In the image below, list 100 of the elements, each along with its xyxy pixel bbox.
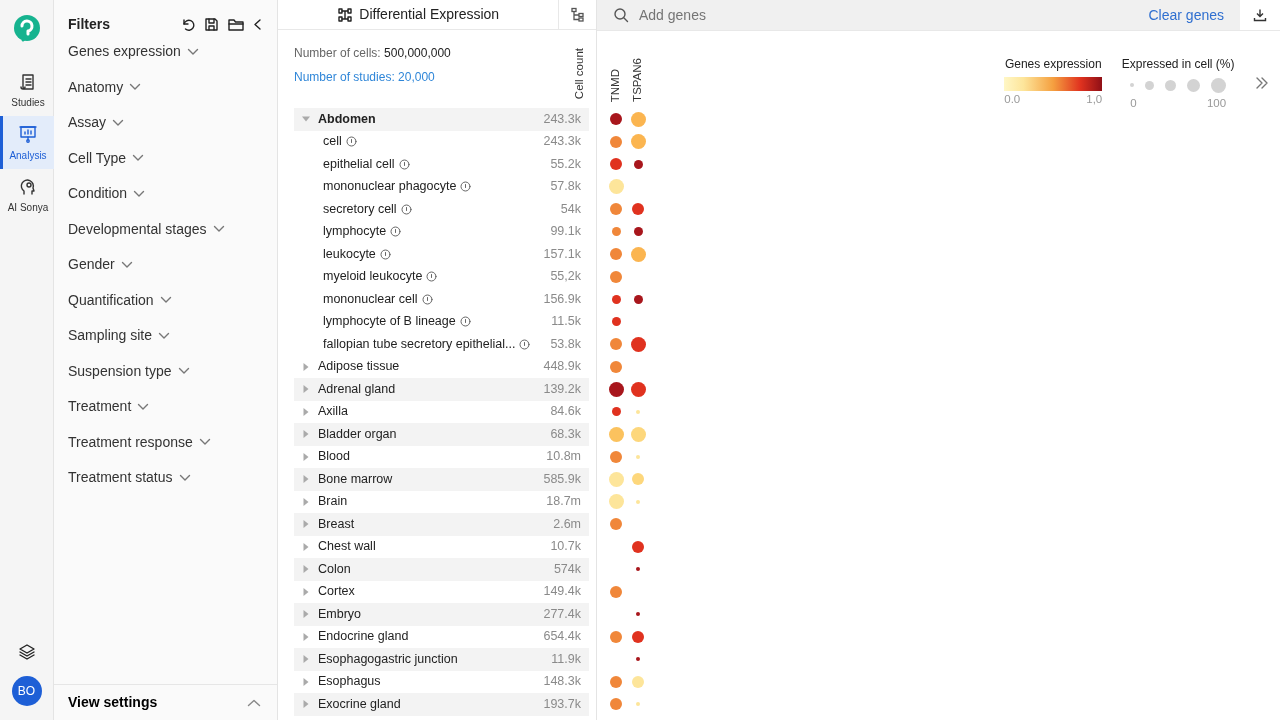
hierarchy-icon (569, 6, 586, 23)
tissue-label[interactable]: Adipose tissue (318, 357, 400, 377)
cell-count: 156.9k (543, 290, 581, 308)
caret-right-icon[interactable] (302, 587, 310, 596)
caret-right-icon[interactable] (302, 520, 310, 529)
cell-count: 84.6k (550, 403, 581, 421)
column-header: Cell count (571, 48, 586, 100)
filter-dropdown[interactable]: Genes expression (54, 34, 277, 70)
cell-count: 55,2k (550, 268, 581, 286)
caret-right-icon[interactable] (302, 542, 310, 551)
chevron-icon (120, 260, 133, 269)
cell-type-label[interactable]: cell (323, 132, 342, 152)
filter-dropdown[interactable]: Cell Type (54, 140, 277, 176)
caret-right-icon[interactable] (302, 452, 310, 461)
avatar[interactable]: BO (11, 676, 42, 706)
filter-dropdown[interactable]: Condition (54, 176, 277, 212)
legend-max: 1,0 (1086, 91, 1103, 107)
panel-title: Filters (68, 14, 110, 34)
caret-right-icon[interactable] (302, 430, 310, 439)
chevron-icon (132, 154, 145, 163)
info-icon (459, 316, 471, 328)
chevron-up-icon (247, 698, 261, 707)
cell-count: 243.3k (543, 110, 581, 128)
cell-count: 157.1k (543, 245, 581, 263)
caret-right-icon[interactable] (302, 362, 310, 371)
caret-down-icon[interactable] (302, 115, 310, 124)
tissue-label[interactable]: Esophagus (318, 672, 381, 692)
nav-item[interactable]: Analysis (0, 116, 54, 169)
expand-icon[interactable] (1254, 75, 1270, 91)
tissue-label[interactable]: Esophagogastric junction (318, 649, 458, 669)
caret-right-icon[interactable] (302, 475, 310, 484)
caret-right-icon[interactable] (302, 610, 310, 619)
tissue-label[interactable]: Bladder organ (318, 424, 397, 444)
filter-dropdown[interactable]: Treatment status (54, 460, 277, 496)
cell-type-label[interactable]: myeloid leukocyte (323, 267, 423, 287)
tissue-label[interactable]: Axilla (318, 402, 348, 422)
filter-dropdown[interactable]: Anatomy (54, 69, 277, 105)
cell-type-label[interactable]: fallopian tube secretory epithelial... (323, 334, 516, 354)
filter-dropdown[interactable]: Developmental stages (54, 211, 277, 247)
tissue-label[interactable]: Blood (318, 447, 350, 467)
tissue-label[interactable]: Chest wall (318, 537, 376, 557)
caret-right-icon[interactable] (302, 632, 310, 641)
chevron-icon (158, 331, 171, 340)
legend-min: 0 (1130, 96, 1137, 111)
info-icon (379, 248, 391, 260)
caret-right-icon[interactable] (302, 655, 310, 664)
caret-right-icon[interactable] (302, 497, 310, 506)
info-icon (519, 338, 531, 350)
download-icon (1253, 8, 1267, 22)
cell-count: 193.7k (543, 695, 581, 713)
cell-type-label[interactable]: mononuclear phagocyte (323, 177, 457, 197)
filter-dropdown[interactable]: Treatment response (54, 424, 277, 460)
tissue-label[interactable]: Abdomen (318, 109, 376, 129)
tissue-label[interactable]: Exocrine gland (318, 694, 401, 714)
legend-title: Genes expression (1004, 56, 1102, 73)
tissue-label[interactable]: Colon (318, 559, 351, 579)
tissue-label[interactable]: Embryo (318, 604, 362, 624)
studies-link[interactable]: Number of studies: 20,000 (294, 68, 435, 86)
clear-genes-link[interactable]: Clear genes (1148, 4, 1224, 26)
cell-type-label[interactable]: mononuclear cell (323, 289, 418, 309)
nav-item[interactable]: Studies (0, 64, 54, 117)
gene-label: TNMD (608, 68, 623, 102)
filter-dropdown[interactable]: Gender (54, 247, 277, 283)
cell-type-label[interactable]: leukocyte (323, 244, 376, 264)
info-icon (398, 158, 410, 170)
chevron-icon (137, 402, 150, 411)
caret-right-icon[interactable] (302, 407, 310, 416)
caret-right-icon[interactable] (302, 677, 310, 686)
tissue-label[interactable]: Breast (318, 514, 355, 534)
tissue-label[interactable]: Bone marrow (318, 469, 393, 489)
cell-type-label[interactable]: lymphocyte of B lineage (323, 312, 456, 332)
cell-count: 54k (560, 200, 581, 218)
filter-dropdown[interactable]: Treatment (54, 389, 277, 425)
tissue-label[interactable]: Endocrine gland (318, 627, 409, 647)
cell-type-label[interactable]: lymphocyte (323, 222, 387, 242)
search-field[interactable]: Add genes Clear genes (597, 0, 1240, 30)
filter-dropdown[interactable]: Assay (54, 105, 277, 141)
tissue-label[interactable]: Adrenal gland (318, 379, 396, 399)
cell-type-label[interactable]: secretory cell (323, 199, 397, 219)
filter-dropdown[interactable]: Sampling site (54, 318, 277, 354)
caret-right-icon[interactable] (302, 565, 310, 574)
cell-count: 10.7k (550, 538, 581, 556)
chevron-icon (133, 189, 146, 198)
cell-count: 10.8m (546, 448, 581, 466)
tissue-label[interactable]: Cortex (318, 582, 355, 602)
filter-dropdown[interactable]: Quantification (54, 282, 277, 318)
chevron-icon (112, 118, 125, 127)
cell-type-label[interactable]: epithelial cell (323, 154, 395, 174)
head-icon (18, 176, 38, 197)
caret-right-icon[interactable] (302, 700, 310, 709)
cell-count: 53.8k (550, 335, 581, 353)
cells-stat: Number of cells: 500,000,000 (294, 45, 451, 62)
nav-item[interactable]: AI Sonya (0, 168, 54, 221)
save-icon[interactable] (203, 15, 220, 33)
filter-dropdown[interactable]: Suspension type (54, 353, 277, 389)
tissue-label[interactable]: Brain (318, 492, 348, 512)
info-icon (460, 181, 472, 193)
caret-right-icon[interactable] (302, 385, 310, 394)
legend-max: 100 (1206, 96, 1227, 111)
cell-count: 243.3k (543, 133, 581, 151)
